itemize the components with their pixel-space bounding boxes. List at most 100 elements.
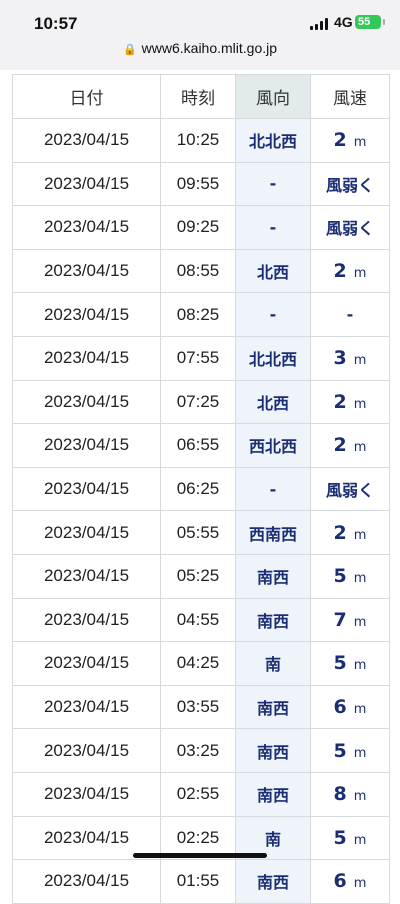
cell-wind-direction: -: [235, 466, 311, 512]
cell-date: 2023/04/15: [12, 423, 161, 468]
cell-date: 2023/04/15: [12, 728, 161, 773]
wind-speed-unit: m: [353, 353, 367, 369]
cell-time: 09:25: [160, 205, 236, 250]
header-wind-direction: 風向: [235, 74, 311, 119]
table-row: 2023/04/15 04:55 南西 7 m: [12, 597, 390, 643]
header-wind-speed: 風速: [310, 74, 390, 119]
cell-wind-direction: 南西: [235, 771, 311, 817]
signal-icon: [310, 18, 330, 30]
cell-time: 05:25: [160, 553, 236, 599]
cell-time: 02:55: [160, 771, 236, 817]
wind-speed-value: 3: [333, 347, 347, 370]
cell-time: 07:55: [160, 335, 236, 381]
lock-icon: 🔒: [122, 44, 137, 56]
home-indicator[interactable]: [133, 853, 267, 858]
table-body: 2023/04/15 10:25 北北西 2 m 2023/04/15 09:55- 風弱く 2…: [12, 118, 390, 904]
url-text: www6.kaiho.mlit.go.jp: [141, 40, 278, 56]
cell-wind-speed: 風弱く: [310, 205, 390, 250]
wind-speed-value: 風弱く: [325, 175, 374, 195]
cell-wind-speed: 2m: [310, 423, 390, 468]
table-row: 2023/04/15 01:55 南西 6 m: [12, 859, 390, 904]
cell-wind-direction: 南西: [235, 684, 311, 730]
cell-wind-direction: 西北西: [235, 423, 311, 468]
table-row: 2023/04/15 08:55 北西 2 m: [12, 248, 390, 294]
cell-date: 2023/04/15: [12, 597, 161, 643]
cell-date: 2023/04/15: [12, 118, 161, 163]
cell-time: 04:55: [160, 597, 236, 643]
wind-speed-unit: m: [353, 571, 367, 587]
cell-date: 2023/04/15: [12, 379, 161, 425]
wind-speed-value: 2: [333, 260, 347, 283]
cell-date: 2023/04/15: [12, 466, 161, 512]
cell-time: 03:25: [160, 728, 236, 773]
cell-wind-direction: 南西: [235, 728, 311, 773]
wind-speed-unit: m: [353, 745, 367, 761]
cell-wind-direction: -: [235, 205, 311, 250]
table-row: 2023/04/15 06:55 西北西 2 m: [12, 423, 390, 468]
wind-speed-unit: m: [353, 702, 367, 718]
table-row: 2023/04/15 03:55 南西 6 m: [12, 684, 390, 730]
cell-wind-speed: 5m: [310, 815, 390, 861]
cell-wind-speed: 5m: [310, 553, 390, 599]
cell-time: 01:55: [160, 859, 236, 904]
table-row: 2023/04/15 03:25 南西 5 m: [12, 728, 390, 773]
header-time: 時刻: [160, 74, 236, 119]
wind-speed-value: 5: [333, 739, 347, 762]
wind-speed-unit: m: [353, 440, 367, 456]
wind-speed-unit: m: [353, 396, 367, 412]
cell-time: 07:25: [160, 379, 236, 425]
table-row: 2023/04/15 04:25 南 5 m: [12, 641, 390, 686]
cell-wind-speed: 3m: [310, 335, 390, 381]
cell-wind-direction: 北北西: [235, 118, 311, 163]
wind-speed-unit: m: [353, 527, 367, 543]
wind-speed-unit: m: [353, 876, 367, 892]
cell-time: 08:25: [160, 292, 236, 337]
header-date: 日付: [12, 74, 161, 119]
battery-level: 55: [358, 16, 371, 28]
cell-time: 05:55: [160, 510, 236, 555]
wind-speed-value: 2: [333, 390, 347, 413]
wind-speed-value: 7: [333, 608, 347, 631]
table-row: 2023/04/15 10:25 北北西 2 m: [12, 118, 390, 163]
wind-speed-value: 2: [333, 434, 347, 457]
wind-speed-unit: m: [353, 135, 367, 151]
wind-speed-value: 風弱く: [325, 219, 374, 239]
address-bar[interactable]: 🔒 www6.kaiho.mlit.go.jp: [0, 40, 400, 56]
clock: 10:57: [34, 14, 78, 33]
table-header-row: 日付 時刻 風向 風速: [12, 74, 390, 119]
wind-speed-value: 2: [333, 521, 347, 544]
cell-date: 2023/04/15: [12, 684, 161, 730]
cell-date: 2023/04/15: [12, 771, 161, 817]
table-row: 2023/04/15 05:25 南西 5 m: [12, 553, 390, 599]
cell-wind-speed: 2m: [310, 118, 390, 163]
battery-icon: 55: [355, 15, 385, 29]
wind-table: 日付 時刻 風向 風速 2023/04/15 10:25 北北西 2 m 2023/04/…: [12, 74, 390, 904]
cell-wind-speed: 8m: [310, 771, 390, 817]
cell-time: 10:25: [160, 118, 236, 163]
table-row: 2023/04/15 09:55- 風弱く: [12, 161, 390, 207]
cell-date: 2023/04/15: [12, 205, 161, 250]
table-row: 2023/04/15 02:55 南西 8 m: [12, 771, 390, 817]
wind-speed-value: 2: [333, 129, 347, 152]
cell-wind-speed: 5m: [310, 641, 390, 686]
cell-wind-direction: 南西: [235, 859, 311, 904]
cell-wind-direction: 北北西: [235, 335, 311, 381]
cell-date: 2023/04/15: [12, 248, 161, 294]
cell-date: 2023/04/15: [12, 292, 161, 337]
cell-time: 03:55: [160, 684, 236, 730]
cell-time: 04:25: [160, 641, 236, 686]
cell-wind-speed: 風弱く: [310, 466, 390, 512]
cell-wind-speed: 2m: [310, 379, 390, 425]
wind-speed-value: 8: [333, 783, 347, 806]
cell-wind-speed: 2m: [310, 510, 390, 555]
wind-speed-value: 6: [333, 696, 347, 719]
cell-wind-direction: 北西: [235, 248, 311, 294]
cell-wind-direction: -: [235, 292, 311, 337]
cell-date: 2023/04/15: [12, 553, 161, 599]
wind-speed-unit: m: [353, 789, 367, 805]
status-bar: 10:57 4G 55 🔒 www6.kaiho.mlit.go.jp: [0, 0, 400, 70]
cell-wind-direction: 南: [235, 641, 311, 686]
network-type: 4G: [334, 14, 353, 30]
table-row: 2023/04/15 07:25 北西 2 m: [12, 379, 390, 425]
cell-date: 2023/04/15: [12, 161, 161, 207]
